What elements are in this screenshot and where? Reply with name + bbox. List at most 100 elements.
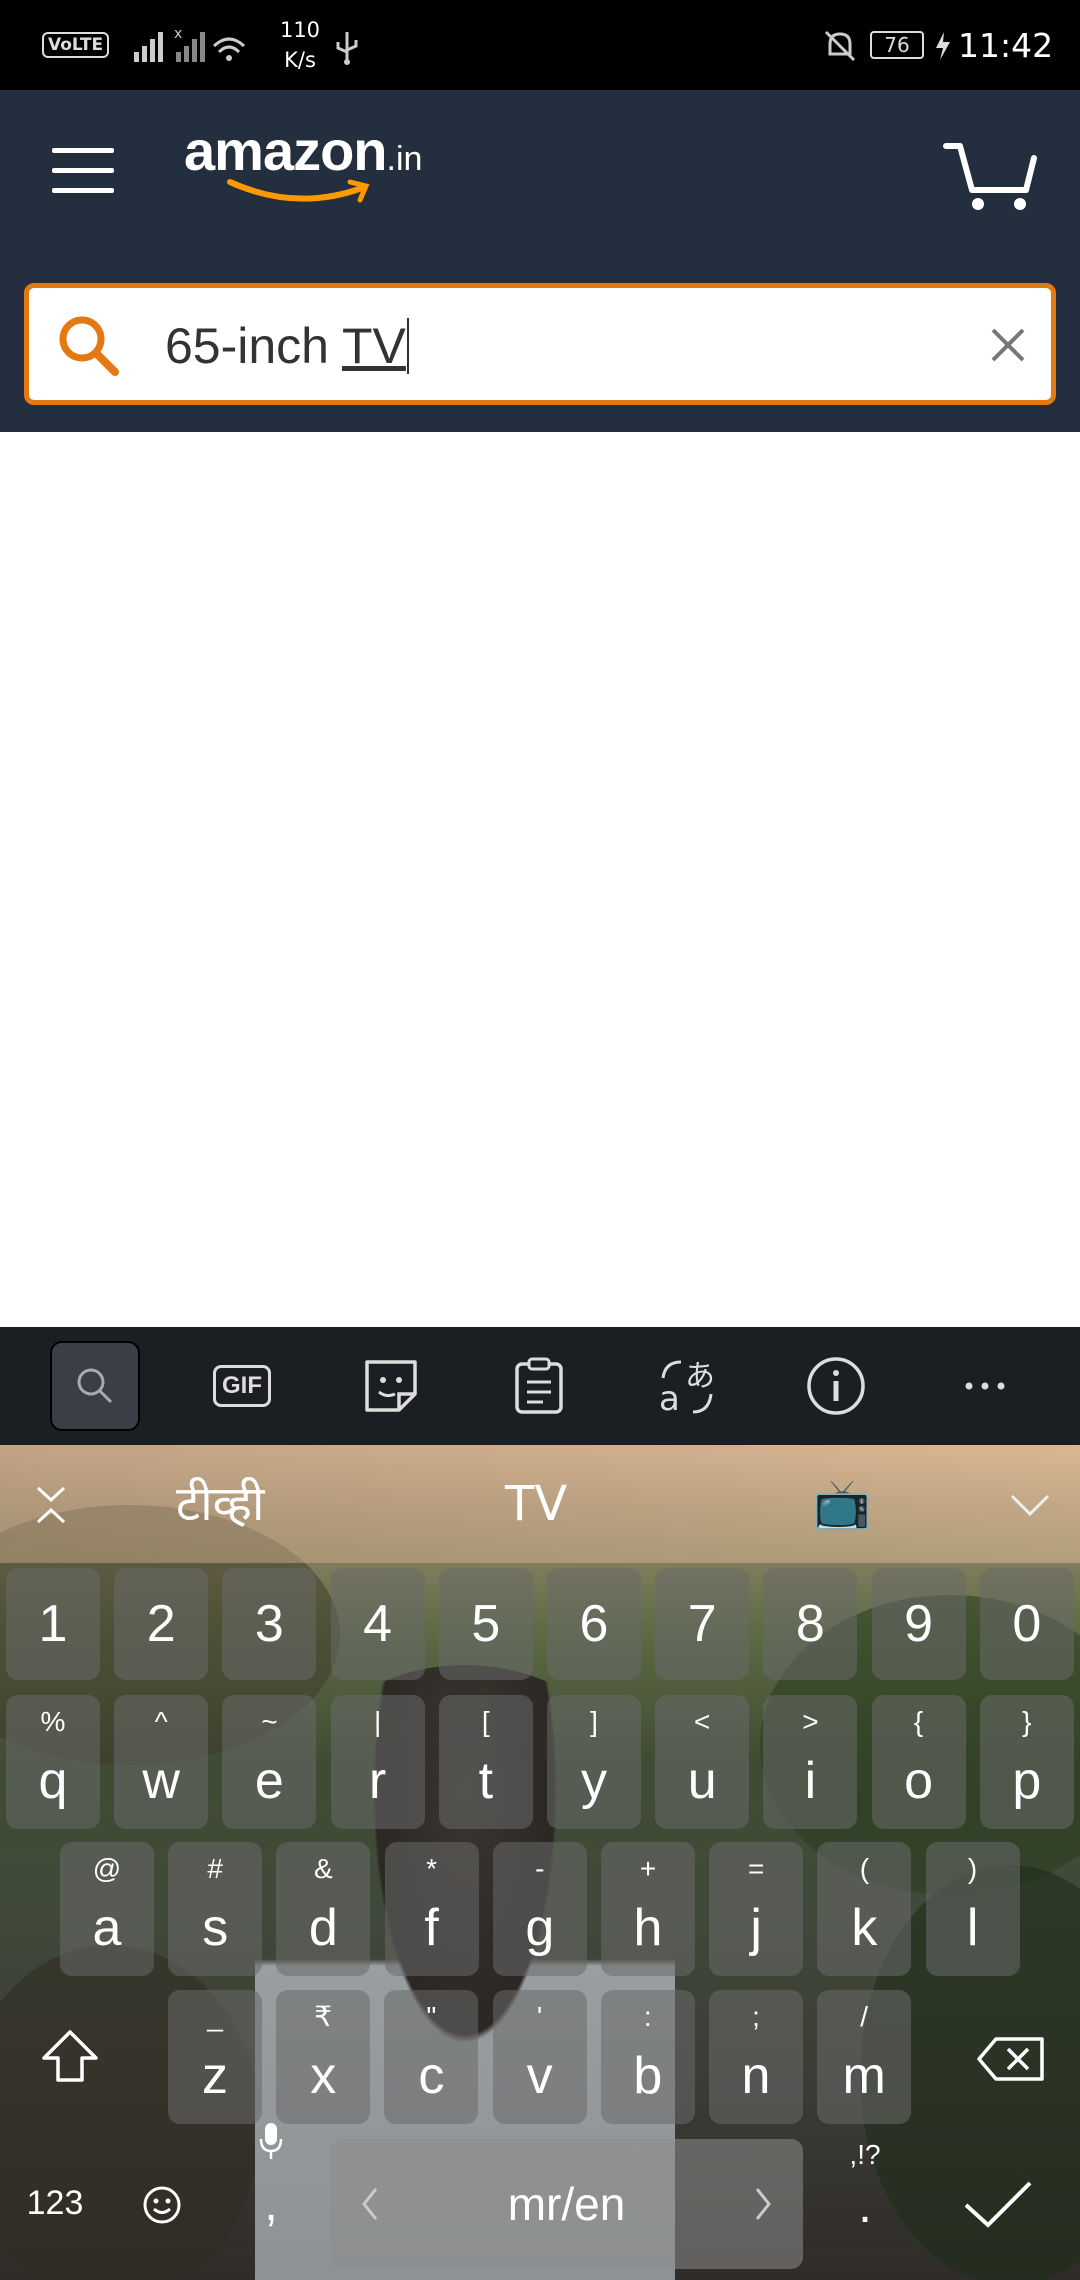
key-2[interactable]: 2 (114, 1568, 209, 1680)
chevron-right-icon (755, 2188, 771, 2220)
key-e[interactable]: ~ e (222, 1695, 317, 1829)
key-label: u (687, 1752, 717, 1810)
key-s[interactable]: # s (168, 1842, 263, 1976)
battery-level: 76 (870, 31, 924, 59)
backspace-icon[interactable] (976, 2035, 1046, 2083)
key-b[interactable]: :b (600, 1990, 695, 2124)
clipboard-icon[interactable] (494, 1341, 584, 1431)
key-6[interactable]: 6 (547, 1568, 641, 1680)
key-o[interactable]: {o (871, 1695, 966, 1829)
key-p[interactable]: } p (979, 1695, 1074, 1829)
key-7[interactable]: 7 (655, 1568, 750, 1680)
key-1[interactable]: 1 (6, 1568, 100, 1680)
key-hint-label: } (1022, 1706, 1032, 1737)
key-z[interactable]: _ z (168, 1990, 262, 2124)
key-label: m (842, 2047, 886, 2105)
key-r[interactable]: | r (330, 1695, 425, 1829)
key-hint-label: & (314, 1853, 333, 1884)
num-switch-key[interactable]: 123 (12, 2163, 98, 2243)
key-v[interactable]: ' v (492, 1990, 587, 2124)
key-x[interactable]: ₹ x (276, 1990, 371, 2124)
key-9[interactable]: 9 (871, 1568, 966, 1680)
key-label: l (966, 1899, 979, 1957)
translate-icon[interactable]: aあ (642, 1341, 732, 1431)
suggestion-2[interactable]: TV (505, 1445, 567, 1563)
key-f[interactable]: * f (384, 1842, 479, 1976)
info-icon[interactable] (791, 1341, 881, 1431)
keyboard-toolbar: GIF aあ (0, 1327, 1080, 1445)
period-key[interactable]: ,!? . (822, 2115, 908, 2249)
cart-icon[interactable] (942, 140, 1038, 212)
key-hint-label: = (748, 1853, 765, 1884)
keyboard-search-icon[interactable] (50, 1341, 140, 1431)
comma-key[interactable]: , (236, 2113, 306, 2247)
key-c[interactable]: " c (384, 1990, 479, 2124)
gif-icon[interactable]: GIF (197, 1341, 287, 1431)
key-u[interactable]: < u (655, 1695, 750, 1829)
key-hint-label: | (373, 1706, 382, 1737)
key-hint-label: + (639, 1853, 657, 1884)
keyboard: टीव्ही TV 📺 1 2 3 4 5 6 7 8 9 0% q ^ w ~ e | r[t] y < u > i{o… (0, 1445, 1080, 2280)
key-hint-label: / (860, 2001, 869, 2032)
key-label: 1 (38, 1595, 68, 1653)
emoji-icon[interactable] (140, 2183, 184, 2227)
svg-text:a: a (659, 1379, 680, 1418)
key-label: d (308, 1899, 338, 1957)
key-label: t (478, 1752, 494, 1810)
search-query-text: 65-inch (165, 318, 342, 374)
key-5[interactable]: 5 (438, 1568, 533, 1680)
suggestion-3[interactable]: 📺 (812, 1445, 872, 1563)
key-hint-label: _ (207, 2001, 223, 2032)
key-g[interactable]: -g (492, 1842, 587, 1976)
chevron-down-icon[interactable] (1008, 1490, 1052, 1520)
suggestion-1[interactable]: टीव्ही (176, 1445, 264, 1563)
checkmark-icon[interactable] (962, 2179, 1034, 2231)
key-label: 9 (904, 1595, 934, 1653)
key-0[interactable]: 0 (979, 1568, 1074, 1680)
key-label: o (904, 1752, 934, 1810)
key-a[interactable]: @ a (60, 1842, 154, 1976)
key-hint-label: [ (481, 1706, 490, 1737)
shift-icon[interactable] (40, 2028, 100, 2084)
key-w[interactable]: ^ w (114, 1695, 209, 1829)
charging-icon (936, 32, 950, 60)
key-i[interactable]: > i (763, 1695, 858, 1829)
key-d[interactable]: & d (276, 1842, 371, 1976)
search-input[interactable]: 65-inch TV (165, 310, 409, 382)
key-label: j (750, 1899, 762, 1957)
collapse-icon[interactable] (30, 1480, 72, 1530)
key-label: g (525, 1899, 555, 1957)
key-label: s (202, 1899, 229, 1957)
key-q[interactable]: % q (6, 1695, 100, 1829)
clear-icon[interactable] (983, 320, 1033, 370)
search-icon[interactable] (55, 312, 123, 380)
space-key[interactable]: mr/en (330, 2139, 803, 2269)
key-label: 5 (471, 1595, 501, 1653)
key-3[interactable]: 3 (222, 1568, 317, 1680)
key-n[interactable]: ; n (709, 1990, 803, 2124)
key-l[interactable]: ) l (925, 1842, 1020, 1976)
hamburger-menu-icon[interactable] (52, 148, 114, 194)
key-j[interactable]: = j (709, 1842, 804, 1976)
more-icon[interactable] (940, 1341, 1030, 1431)
sticker-icon[interactable] (346, 1341, 436, 1431)
search-bar[interactable]: 65-inch TV (24, 283, 1056, 405)
amazon-logo[interactable]: amazon.in (184, 118, 454, 208)
key-h[interactable]: + h (601, 1842, 695, 1976)
gif-label: GIF (213, 1365, 271, 1407)
signal-icon: x (134, 26, 246, 62)
key-4[interactable]: 4 (330, 1568, 425, 1680)
logo-tld: .in (386, 140, 423, 178)
key-hint-label: @ (92, 1853, 122, 1884)
key-label: x (310, 2047, 337, 2105)
key-label: 0 (1012, 1595, 1042, 1653)
key-y[interactable]: ] y (547, 1695, 641, 1829)
key-t[interactable]: [t (438, 1695, 533, 1829)
key-m[interactable]: / m (817, 1990, 912, 2124)
key-k[interactable]: (k (817, 1842, 912, 1976)
key-8[interactable]: 8 (763, 1568, 858, 1680)
key-label: p (1012, 1752, 1042, 1810)
key-hint-label: % (40, 1706, 66, 1737)
key-label: h (633, 1899, 663, 1957)
key-label: r (368, 1752, 387, 1810)
